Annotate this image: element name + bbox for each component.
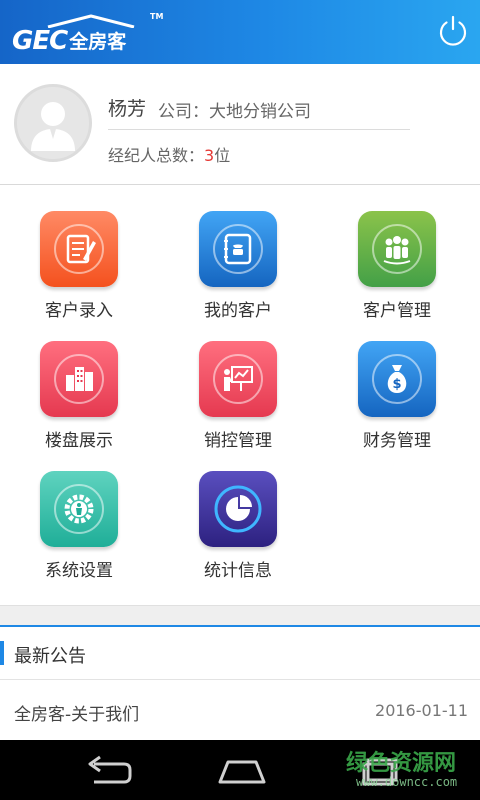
notice-title: 最新公告: [14, 646, 86, 667]
user-profile-card: 杨芳 公司：大地分销公司 经纪人总数：3位: [0, 64, 480, 185]
user-company: 公司：大地分销公司: [158, 102, 311, 122]
customer-entry-icon: [40, 211, 118, 287]
agent-count: 经纪人总数：3位: [108, 142, 230, 166]
notice-list-item[interactable]: 全房客-关于我们 2016-01-11: [0, 680, 480, 740]
buildings-icon: [40, 341, 118, 417]
logo-trademark: TM: [150, 12, 164, 21]
function-menu-grid: 客户录入 我的客户 客户管理 楼盘展示 销控管理 $ 财务管理 系统设置 统计信…: [0, 185, 480, 605]
gec-logo: GEC 全房客 TM: [12, 12, 163, 56]
svg-text:$: $: [392, 377, 401, 392]
site-watermark: 绿色资源网 www.downcc.com: [342, 745, 472, 795]
menu-finance-management[interactable]: $ 财务管理: [318, 315, 478, 451]
app-header: GEC 全房客 TM: [0, 0, 480, 64]
menu-my-customers[interactable]: 我的客户: [159, 185, 319, 321]
menu-customer-management[interactable]: 客户管理: [318, 185, 478, 321]
people-group-icon: [358, 211, 436, 287]
roof-logo-icon: [47, 14, 135, 28]
agent-count-value: 3: [204, 146, 215, 165]
back-icon[interactable]: [78, 752, 138, 788]
menu-customer-entry[interactable]: 客户录入: [0, 185, 160, 321]
menu-label: 系统设置: [45, 561, 113, 581]
presentation-board-icon: [199, 341, 277, 417]
menu-label: 统计信息: [204, 561, 272, 581]
avatar[interactable]: [14, 84, 92, 162]
notice-item-title: 全房客-关于我们: [14, 705, 140, 725]
watermark-url: www.downcc.com: [356, 775, 458, 789]
address-book-icon: [199, 211, 277, 287]
menu-property-showcase[interactable]: 楼盘展示: [0, 315, 160, 451]
logo-brand-text: 全房客: [69, 31, 127, 53]
menu-sales-control[interactable]: 销控管理: [159, 315, 319, 451]
profile-divider: [108, 129, 410, 130]
section-separator: [0, 605, 480, 627]
pie-chart-icon: [199, 471, 277, 547]
home-icon[interactable]: [212, 752, 272, 788]
notice-accent-bar: [0, 641, 4, 665]
menu-system-settings[interactable]: 系统设置: [0, 445, 160, 581]
settings-gear-icon: [40, 471, 118, 547]
notice-item-date: 2016-01-11: [375, 701, 468, 720]
logo-gec-text: GEC: [12, 26, 68, 56]
agent-count-unit: 位: [214, 146, 231, 165]
notice-header: 最新公告: [0, 627, 480, 680]
menu-statistics[interactable]: 统计信息: [159, 445, 319, 581]
power-icon[interactable]: [436, 14, 470, 48]
user-name: 杨芳: [108, 98, 147, 120]
agent-count-label: 经纪人总数：: [108, 146, 205, 165]
watermark-cn: 绿色资源网: [346, 751, 457, 776]
menu-label: 财务管理: [363, 431, 431, 451]
user-avatar-icon: [31, 102, 75, 151]
money-bag-icon: $: [358, 341, 436, 417]
